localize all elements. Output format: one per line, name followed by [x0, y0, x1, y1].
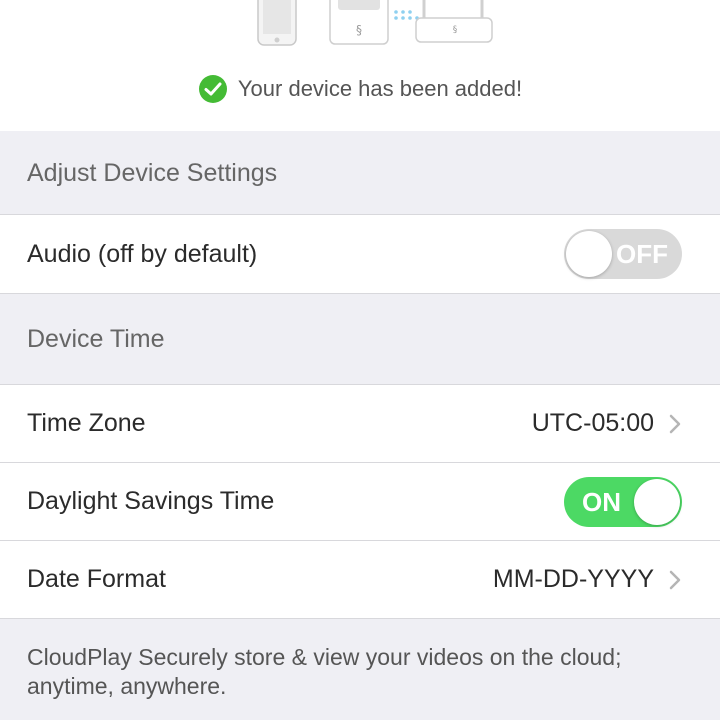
date-format-row[interactable]: Date Format MM-DD-YYYY: [0, 540, 720, 618]
date-format-value-group: MM-DD-YYYY: [493, 565, 682, 594]
success-banner: Your device has been added!: [0, 72, 720, 106]
date-format-value: MM-DD-YYYY: [492, 565, 654, 593]
router-icon: §: [415, 0, 493, 43]
chevron-right-icon: [669, 570, 681, 589]
wifi-dots-icon: [394, 10, 419, 20]
section-header-device-time: Device Time: [0, 293, 720, 384]
toggle-knob: [634, 478, 680, 525]
device-illustration: § §: [257, 0, 493, 46]
section-header-adjust-settings: Adjust Device Settings: [0, 131, 720, 215]
toggle-state-label: OFF: [616, 239, 668, 269]
phone-icon: [257, 0, 297, 46]
svg-text:§: §: [356, 23, 362, 37]
audio-row[interactable]: Audio (off by default) OFF: [0, 214, 720, 293]
audio-toggle[interactable]: OFF: [564, 229, 682, 279]
check-circle-icon: [198, 75, 227, 103]
time-zone-row[interactable]: Time Zone UTC-05:00: [0, 384, 720, 462]
daylight-savings-row[interactable]: Daylight Savings Time ON: [0, 462, 720, 540]
chevron-right-icon: [669, 414, 681, 433]
daylight-savings-label: Daylight Savings Time: [27, 487, 275, 515]
success-message: Your device has been added!: [237, 76, 523, 101]
time-zone-label: Time Zone: [27, 409, 146, 437]
section-title: Device Time: [27, 324, 165, 353]
svg-text:§: §: [453, 25, 458, 35]
audio-label: Audio (off by default): [27, 239, 258, 268]
date-format-label: Date Format: [27, 565, 166, 593]
time-zone-value: UTC-05:00: [531, 409, 654, 437]
section-title: Adjust Device Settings: [27, 158, 278, 187]
toggle-state-label: ON: [582, 486, 621, 517]
toggle-knob: [566, 231, 612, 277]
cloudplay-footer: CloudPlay Securely store & view your vid…: [0, 618, 720, 720]
daylight-savings-toggle[interactable]: ON: [564, 476, 682, 527]
setup-complete-hero: § § Your device has been added!: [0, 0, 720, 131]
time-zone-value-group: UTC-05:00: [532, 409, 682, 438]
camera-device-icon: §: [329, 0, 389, 45]
cloudplay-description: CloudPlay Securely store & view your vid…: [27, 644, 622, 699]
